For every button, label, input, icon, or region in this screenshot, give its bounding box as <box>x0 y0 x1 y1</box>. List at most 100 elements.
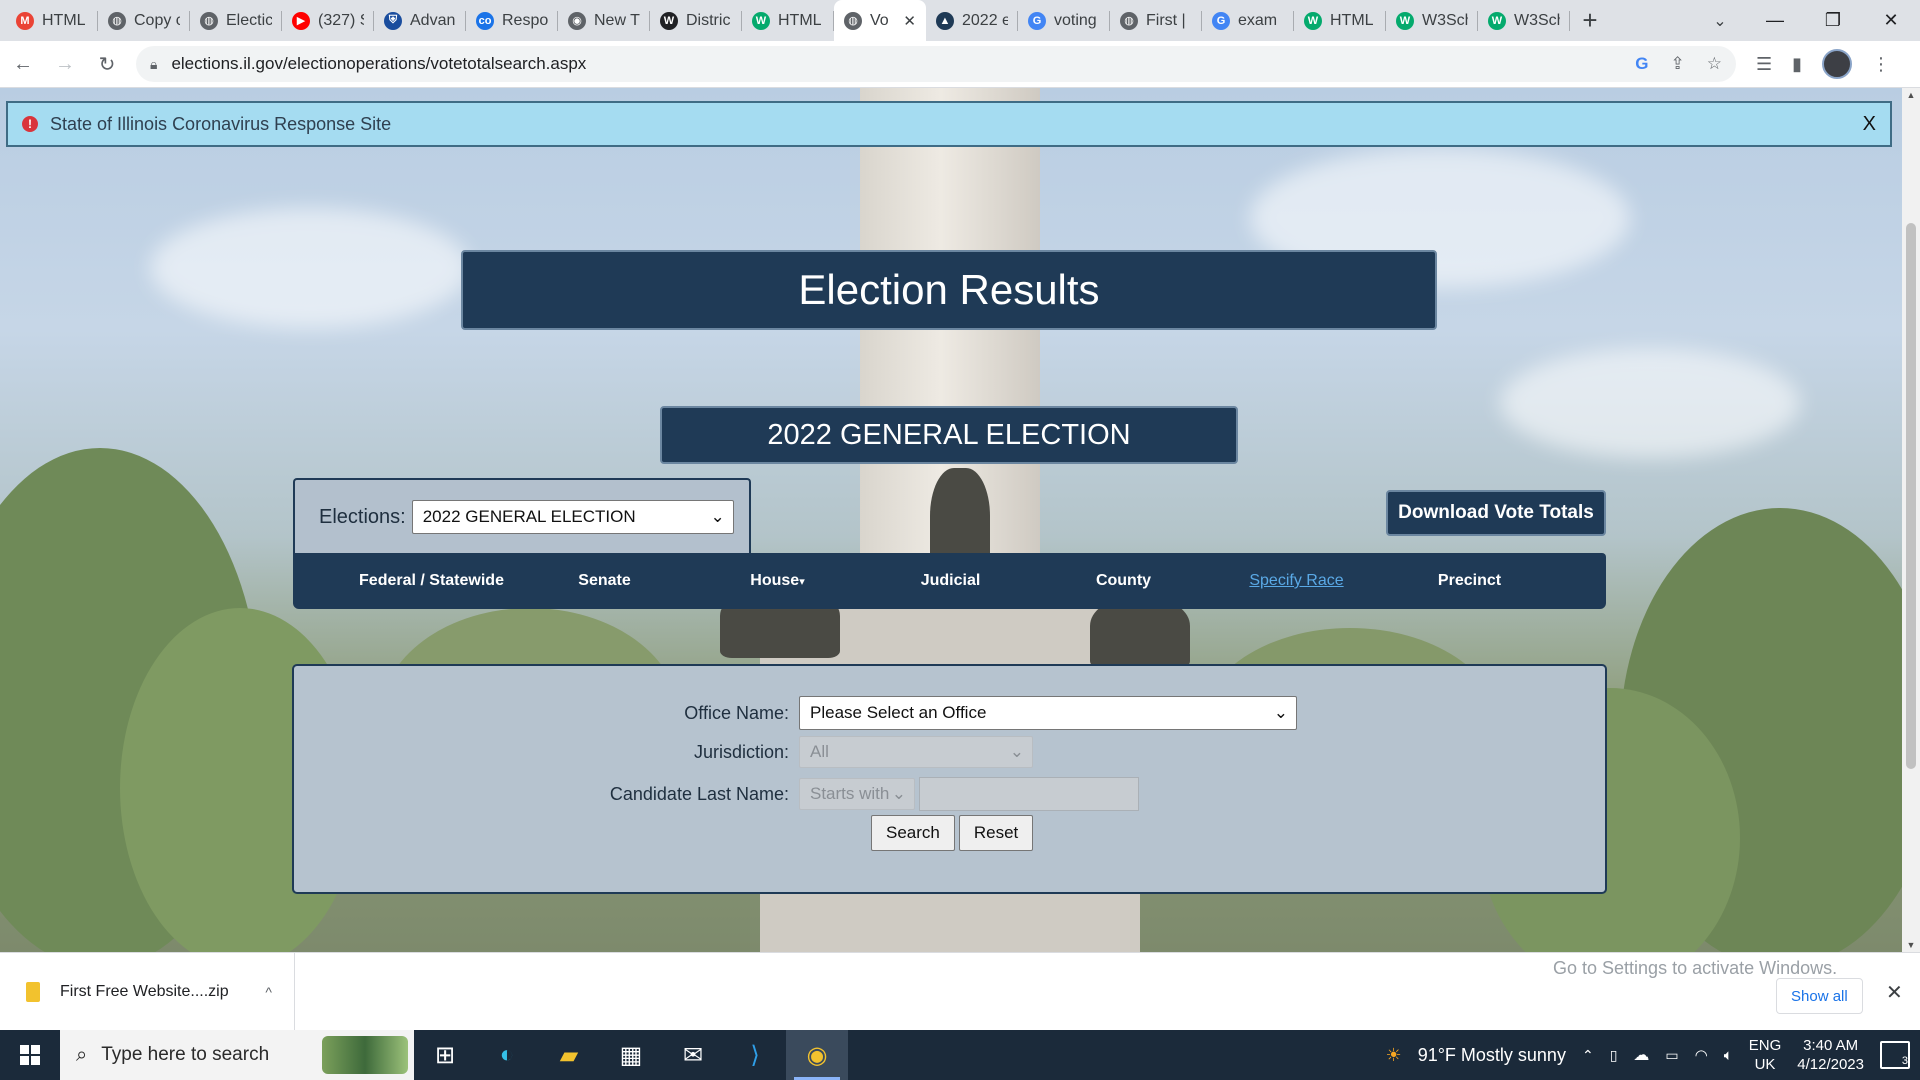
browser-tab[interactable]: W Distric <box>650 0 742 41</box>
reload-icon[interactable]: ↻ <box>88 45 126 83</box>
profile-avatar[interactable] <box>1822 49 1853 79</box>
back-arrow-icon[interactable]: ← <box>4 45 42 83</box>
reading-list-icon[interactable]: ☰ <box>1756 54 1772 75</box>
clock-time: 3:40 AM <box>1803 1037 1859 1054</box>
scroll-up-arrow-icon[interactable]: ▲ <box>1902 90 1920 100</box>
candidate-row: Candidate Last Name: Starts with ⌄ <box>294 777 1139 811</box>
browser-tab[interactable]: ◍ Vo ✕ <box>834 0 926 41</box>
browser-tab[interactable]: W HTML <box>1294 0 1386 41</box>
browser-tab[interactable]: ⛨ Advan <box>374 0 466 41</box>
nav-county[interactable]: County <box>1037 572 1210 590</box>
nav-judicial[interactable]: Judicial <box>864 572 1037 590</box>
jurisdiction-select[interactable]: All ⌄ <box>799 736 1033 768</box>
tab-title: exam <box>1238 11 1278 29</box>
nav-specify-race[interactable]: Specify Race <box>1210 572 1383 590</box>
close-window-button[interactable]: ✕ <box>1862 0 1920 41</box>
wifi-icon[interactable]: ◠ <box>1695 1046 1708 1064</box>
volume-icon[interactable]: 🔈︎ <box>1724 1047 1733 1064</box>
search-button[interactable]: Search <box>871 815 955 851</box>
browser-tab[interactable]: ▲ 2022 e <box>926 0 1018 41</box>
browser-tab[interactable]: W W3Sch <box>1478 0 1570 41</box>
tab-title: Copy c <box>134 11 180 29</box>
shield-icon: ⛨ <box>384 11 402 30</box>
nav-precinct[interactable]: Precinct <box>1383 572 1556 590</box>
device-icon[interactable]: ▯ <box>1610 1047 1618 1064</box>
menu-kebab-icon[interactable]: ⋮ <box>1872 54 1890 75</box>
browser-tab[interactable]: ◍ Copy c <box>98 0 190 41</box>
show-all-downloads-button[interactable]: Show all <box>1776 978 1863 1014</box>
nav-senate[interactable]: Senate <box>518 572 691 590</box>
wikipedia-icon: W <box>660 11 678 30</box>
battery-icon[interactable]: ▭ <box>1665 1047 1678 1064</box>
scroll-down-arrow-icon[interactable]: ▼ <box>1902 940 1920 950</box>
browser-tab[interactable]: ◍ First | <box>1110 0 1202 41</box>
download-vote-totals-button[interactable]: Download Vote Totals <box>1386 490 1606 536</box>
tab-search-chevron-icon[interactable]: ⌄ <box>1700 0 1740 41</box>
onedrive-cloud-icon[interactable]: ☁ <box>1633 1045 1649 1065</box>
vscode-icon[interactable]: ⟩ <box>724 1030 786 1080</box>
tab-title: Distric <box>686 11 731 29</box>
windows-start-button[interactable] <box>0 1030 60 1080</box>
browser-tab[interactable]: W HTML <box>742 0 834 41</box>
side-panel-icon[interactable]: ▮ <box>1792 54 1802 75</box>
address-bar[interactable]: 🔒︎ elections.il.gov/electionoperations/v… <box>136 46 1736 82</box>
file-explorer-icon[interactable]: ▰ <box>538 1030 600 1080</box>
chevron-up-icon[interactable]: ^ <box>265 984 272 1000</box>
mail-icon[interactable]: ✉ <box>662 1030 724 1080</box>
minimize-button[interactable]: — <box>1746 0 1804 41</box>
page-scrollbar[interactable]: ▲ ▼ <box>1902 88 1920 952</box>
office-row: Office Name: Please Select an Office ⌄ <box>294 696 1297 730</box>
windows-activation-watermark: Go to Settings to activate Windows. <box>1553 958 1838 978</box>
chrome-taskbar-icon[interactable]: ◉ <box>786 1030 848 1080</box>
windows-logo-icon <box>20 1045 40 1065</box>
nav-federal-statewide[interactable]: Federal / Statewide <box>345 572 518 590</box>
close-tab-icon[interactable]: ✕ <box>903 12 916 30</box>
alert-close-button[interactable]: X <box>1863 113 1876 136</box>
office-label: Office Name: <box>684 702 789 723</box>
show-hidden-icons-chevron-icon[interactable]: ⌃ <box>1582 1047 1594 1064</box>
candidate-last-name-input[interactable] <box>919 777 1139 811</box>
weather-text[interactable]: 91°F Mostly sunny <box>1418 1045 1566 1066</box>
notification-center-icon[interactable]: 3 <box>1880 1041 1910 1069</box>
share-icon[interactable]: ⇪ <box>1671 54 1685 74</box>
candidate-mode-value: Starts with <box>810 784 890 803</box>
youtube-icon: ▶ <box>292 11 310 30</box>
browser-tab[interactable]: Gvoting <box>1018 0 1110 41</box>
tab-title: Respo <box>502 11 548 29</box>
browser-tab[interactable]: Gexam <box>1202 0 1294 41</box>
browser-tab[interactable]: W W3Sch <box>1386 0 1478 41</box>
elections-select[interactable]: 2022 GENERAL ELECTION ⌄ <box>411 500 734 534</box>
google-lens-icon[interactable]: G <box>1635 54 1648 74</box>
browser-tab[interactable]: M HTML <box>6 0 98 41</box>
nav-house-dropdown[interactable]: House▾ <box>691 572 864 590</box>
taskbar-search-box[interactable]: ⌕ Type here to search <box>60 1030 414 1080</box>
tab-title: Advan <box>410 11 456 29</box>
forward-arrow-icon[interactable]: → <box>46 45 84 83</box>
reset-button[interactable]: Reset <box>958 815 1034 851</box>
bookmark-star-icon[interactable]: ☆ <box>1707 54 1722 74</box>
system-tray: ☀ 91°F Mostly sunny ⌃ ▯ ☁ ▭ ◠ 🔈︎ ENG UK … <box>1386 1030 1920 1080</box>
office-select[interactable]: Please Select an Office ⌄ <box>799 696 1297 730</box>
app-icon: co <box>476 11 494 30</box>
browser-tab[interactable]: ▶ (327) S <box>282 0 374 41</box>
tab-title: First | <box>1146 11 1186 29</box>
download-item[interactable]: First Free Website....zip ^ <box>0 953 295 1031</box>
task-view-icon[interactable]: ⊞ <box>414 1030 476 1080</box>
candidate-label: Candidate Last Name: <box>609 783 789 804</box>
restore-button[interactable]: ❐ <box>1804 0 1862 41</box>
scrollbar-thumb[interactable] <box>1906 223 1916 769</box>
microsoft-store-icon[interactable]: ▦ <box>600 1030 662 1080</box>
elections-selected-value: 2022 GENERAL ELECTION <box>422 507 636 526</box>
browser-tab[interactable]: ◉ New T <box>558 0 650 41</box>
jurisdiction-selected-value: All <box>810 742 829 761</box>
new-tab-button[interactable]: + <box>1570 0 1610 41</box>
lock-icon[interactable]: 🔒︎ <box>150 56 157 73</box>
candidate-mode-select[interactable]: Starts with ⌄ <box>799 778 915 810</box>
edge-browser-icon[interactable]: ◐ <box>476 1030 538 1080</box>
browser-tab[interactable]: ◍ Electic <box>190 0 282 41</box>
language-indicator[interactable]: ENG UK <box>1749 1036 1782 1074</box>
close-download-bar-icon[interactable]: ✕ <box>1886 980 1903 1005</box>
clock[interactable]: 3:40 AM 4/12/2023 <box>1797 1036 1864 1074</box>
browser-tab[interactable]: co Respo <box>466 0 558 41</box>
alert-link[interactable]: State of Illinois Coronavirus Response S… <box>50 114 391 135</box>
